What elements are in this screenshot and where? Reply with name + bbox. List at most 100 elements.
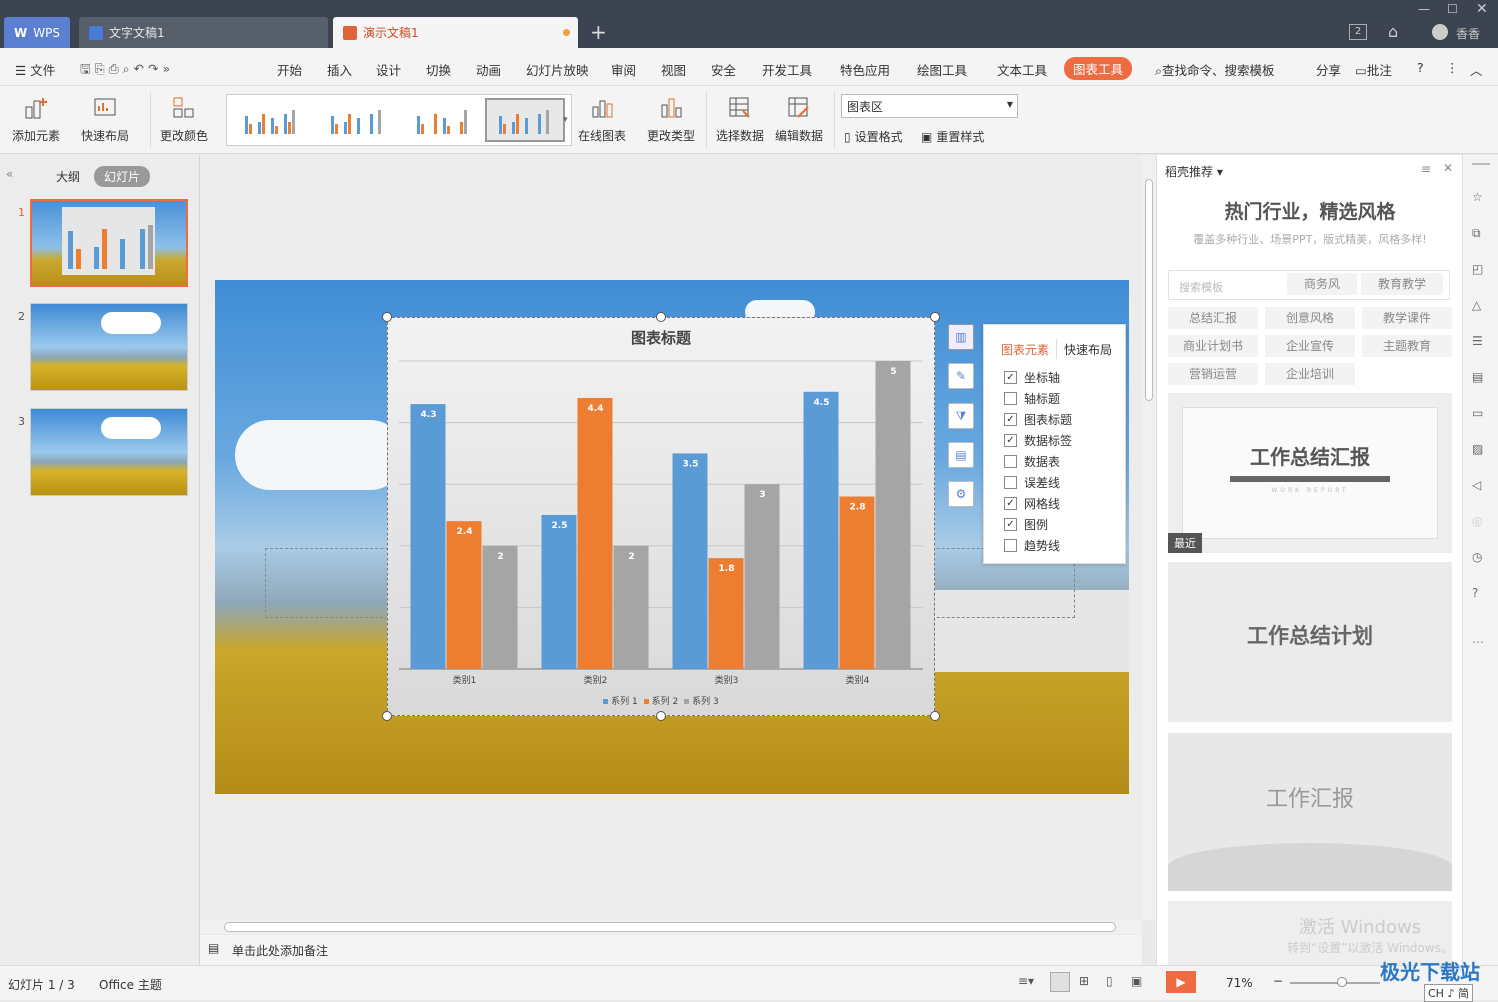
zoom-out-icon[interactable]: − bbox=[1273, 974, 1283, 988]
quick-access-icons[interactable]: 🖫 ⎘ ⎙ ⌕ ↶ ↷ » bbox=[80, 60, 170, 81]
chart-style-1[interactable] bbox=[231, 98, 311, 142]
menu-text-tools[interactable]: 文本工具 bbox=[997, 60, 1047, 79]
avatar[interactable] bbox=[1432, 24, 1448, 40]
chart-style-tool[interactable]: ✎ bbox=[948, 363, 974, 389]
copy-icon[interactable]: ⧉ bbox=[1472, 226, 1490, 244]
menu-insert[interactable]: 插入 bbox=[327, 60, 352, 79]
menu-home[interactable]: 开始 bbox=[277, 60, 302, 79]
unchecked-icon[interactable] bbox=[1004, 539, 1017, 552]
maximize-icon[interactable]: ☐ bbox=[1447, 2, 1458, 16]
template-card-1[interactable]: 工作总结汇报 WORK REPORT 最近 bbox=[1168, 393, 1452, 553]
tab-chart-elements[interactable]: 图表元素 bbox=[1001, 341, 1049, 358]
close-icon[interactable]: ✕ bbox=[1443, 161, 1453, 175]
chart-legend[interactable]: 系列 1 系列 2 系列 3 bbox=[388, 694, 934, 707]
resize-handle[interactable] bbox=[382, 711, 392, 721]
chart-style-gallery[interactable]: ▾ bbox=[226, 94, 572, 146]
menu-special[interactable]: 特色应用 bbox=[840, 60, 890, 79]
menu-design[interactable]: 设计 bbox=[376, 60, 401, 79]
close-icon[interactable]: ✕ bbox=[1476, 1, 1488, 17]
slides-tab[interactable]: 幻灯片 bbox=[94, 166, 151, 187]
unchecked-icon[interactable] bbox=[1004, 392, 1017, 405]
scroll-thumb[interactable] bbox=[1145, 179, 1153, 401]
chart-style-2[interactable] bbox=[317, 98, 397, 142]
outline-tab[interactable]: 大纲 bbox=[56, 168, 80, 185]
element-checkbox[interactable]: 趋势线 bbox=[1004, 537, 1060, 554]
unchecked-icon[interactable] bbox=[1004, 476, 1017, 489]
template-card-2[interactable]: 工作总结计划 bbox=[1168, 562, 1452, 722]
tab-writer-doc[interactable]: 文字文稿1 bbox=[79, 17, 328, 48]
change-type-button[interactable]: 更改类型 bbox=[647, 95, 695, 144]
chart-style-4-selected[interactable] bbox=[485, 98, 565, 142]
play-button[interactable]: ▶ bbox=[1166, 971, 1196, 993]
element-checkbox[interactable]: 误差线 bbox=[1004, 474, 1060, 491]
help-icon[interactable]: ? bbox=[1472, 586, 1490, 604]
element-checkbox[interactable]: ✓ 坐标轴 bbox=[1004, 369, 1060, 386]
skin-icon[interactable]: ⌂ bbox=[1388, 22, 1398, 41]
star-icon[interactable]: ☆ bbox=[1472, 190, 1490, 208]
menu-view[interactable]: 视图 bbox=[661, 60, 686, 79]
unchecked-icon[interactable] bbox=[1004, 455, 1017, 468]
chart-elements-tool[interactable]: ▥ bbox=[948, 324, 974, 350]
zoom-slider[interactable] bbox=[1290, 982, 1380, 984]
settings-sliders-icon[interactable]: ☰ bbox=[1472, 334, 1490, 352]
tag[interactable]: 企业培训 bbox=[1265, 363, 1355, 385]
checked-icon[interactable]: ✓ bbox=[1004, 434, 1017, 447]
checked-icon[interactable]: ✓ bbox=[1004, 497, 1017, 510]
more-icon[interactable]: ⋯ bbox=[1472, 635, 1490, 653]
chart-object[interactable]: 图表标题 4.3 2.4 2 类别1 2.5 4.4 2 类别2 3.5 1.8 3 类别3 4.5 2.… bbox=[387, 317, 935, 716]
tab-wps[interactable]: W WPS bbox=[4, 17, 70, 48]
scroll-thumb[interactable] bbox=[224, 922, 1116, 932]
chart-filter-tool[interactable]: ⧩ bbox=[948, 403, 974, 429]
reset-style-button[interactable]: ▣ 重置样式 bbox=[921, 128, 984, 145]
tag[interactable]: 教学课件 bbox=[1362, 307, 1452, 329]
reading-view-icon[interactable]: ▯ bbox=[1106, 974, 1113, 988]
notes-view-icon[interactable]: ▣ bbox=[1131, 974, 1142, 988]
notes-bar[interactable]: ▤ 单击此处添加备注 bbox=[200, 935, 1142, 965]
ime-indicator[interactable]: CH ♪ 简 bbox=[1424, 984, 1473, 1002]
help-icon[interactable]: ? bbox=[1417, 60, 1424, 75]
collapse-ribbon-icon[interactable]: ︿ bbox=[1470, 60, 1483, 79]
quick-layout-button[interactable]: 快速布局 bbox=[81, 95, 129, 144]
more-icon[interactable]: ⋮ bbox=[1446, 60, 1459, 75]
tag[interactable]: 商业计划书 bbox=[1168, 335, 1258, 357]
search-doc-icon[interactable]: ▤ bbox=[1472, 370, 1490, 388]
tag[interactable]: 主题教育 bbox=[1362, 335, 1452, 357]
change-color-button[interactable]: 更改颜色 bbox=[160, 95, 208, 144]
set-format-button[interactable]: ▯ 设置格式 bbox=[844, 128, 903, 145]
grid-view-icon[interactable]: ⊞ bbox=[1079, 974, 1089, 988]
search-input[interactable]: 搜索模板 bbox=[1179, 279, 1223, 295]
collapse-pane-icon[interactable]: « bbox=[6, 167, 13, 181]
shapes-icon[interactable]: ◰ bbox=[1472, 262, 1490, 280]
zoom-level[interactable]: 71% bbox=[1226, 976, 1253, 990]
fill-icon[interactable]: △ bbox=[1472, 298, 1490, 316]
panel-menu-icon[interactable]: ≡ bbox=[1421, 162, 1431, 176]
tag[interactable]: 教育教学 bbox=[1361, 273, 1443, 295]
resize-handle[interactable] bbox=[930, 312, 940, 322]
tag[interactable]: 营销运营 bbox=[1168, 363, 1258, 385]
share-button[interactable]: 分享 bbox=[1316, 60, 1341, 79]
checked-icon[interactable]: ✓ bbox=[1004, 413, 1017, 426]
box-icon[interactable]: ▭ bbox=[1472, 406, 1490, 424]
notes-toggle-icon[interactable]: ≡▾ bbox=[1018, 974, 1034, 988]
template-card-3[interactable]: 工作汇报 bbox=[1168, 733, 1452, 891]
resize-handle[interactable] bbox=[930, 711, 940, 721]
element-checkbox[interactable]: ✓ 网格线 bbox=[1004, 495, 1060, 512]
resize-handle[interactable] bbox=[656, 711, 666, 721]
tag[interactable]: 商务风 bbox=[1287, 273, 1357, 295]
element-checkbox[interactable]: 数据表 bbox=[1004, 453, 1060, 470]
zoom-slider-knob[interactable] bbox=[1337, 977, 1347, 987]
tab-quick-layout[interactable]: 快速布局 bbox=[1064, 341, 1112, 358]
history-icon[interactable]: ◷ bbox=[1472, 550, 1490, 568]
normal-view-icon[interactable] bbox=[1050, 972, 1070, 992]
theme-name[interactable]: Office 主题 bbox=[99, 976, 162, 993]
minimize-icon[interactable]: — bbox=[1418, 2, 1430, 16]
tab-presentation[interactable]: 演示文稿1 bbox=[333, 17, 578, 48]
slide-thumbnail-2[interactable] bbox=[30, 303, 188, 391]
menu-slideshow[interactable]: 幻灯片放映 bbox=[526, 60, 589, 79]
element-checkbox[interactable]: 轴标题 bbox=[1004, 390, 1060, 407]
panel-header[interactable]: 稻壳推荐 ▾ bbox=[1165, 163, 1223, 180]
resize-handle[interactable] bbox=[656, 312, 666, 322]
edit-data-button[interactable]: 编辑数据 bbox=[775, 95, 823, 144]
slide-thumbnail-3[interactable] bbox=[30, 408, 188, 496]
chart-element-select[interactable]: 图表区 ▼ bbox=[841, 94, 1018, 118]
